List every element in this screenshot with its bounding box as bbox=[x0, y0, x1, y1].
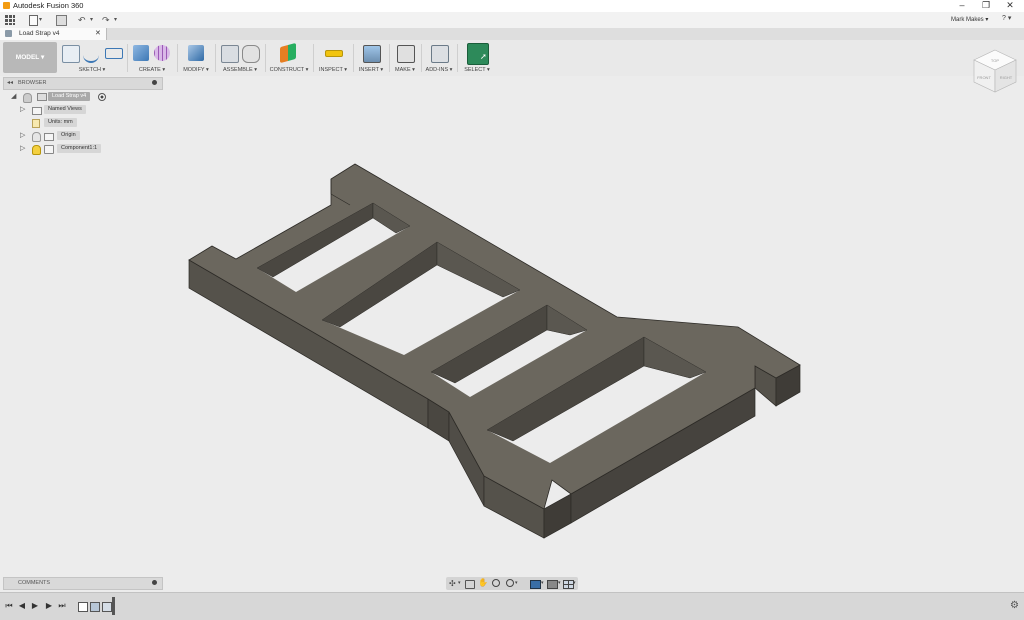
pan-icon[interactable]: ✋ bbox=[478, 578, 488, 587]
toolbar-divider bbox=[127, 44, 128, 72]
rectangle-icon bbox=[105, 48, 123, 59]
new-component-icon bbox=[221, 45, 239, 63]
cursor-arrow-icon: ➚ bbox=[480, 52, 487, 61]
user-menu[interactable]: Mark Makes ▾ bbox=[951, 16, 988, 23]
create-group[interactable]: CREATE ▾ bbox=[129, 40, 175, 76]
help-icon: ? ▾ bbox=[1002, 15, 1012, 22]
go-to-start-icon[interactable]: ⏮ bbox=[3, 600, 15, 612]
make-group[interactable]: MAKE ▾ bbox=[391, 40, 419, 76]
timeline-bar: ⏮ ◀ ▶ ▶ ⏭ ⚙ bbox=[0, 592, 1024, 620]
display-settings-icon[interactable] bbox=[530, 580, 541, 589]
sketch-group[interactable]: SKETCH ▾ bbox=[59, 40, 125, 76]
add-ins-label: ADD-INS ▾ bbox=[425, 67, 453, 73]
toolbar-divider bbox=[353, 44, 354, 72]
file-dropdown-chevron-icon[interactable]: ▾ bbox=[39, 14, 42, 26]
timeline-settings-icon[interactable]: ⚙ bbox=[1010, 600, 1019, 611]
zoom-window-icon[interactable] bbox=[506, 579, 514, 587]
orbit-icon[interactable]: ✣ bbox=[449, 579, 456, 588]
create-label: CREATE ▾ bbox=[138, 67, 166, 73]
timeline-feature-extrude-icon[interactable] bbox=[90, 602, 100, 612]
toolbar-divider bbox=[389, 44, 390, 72]
quick-access-toolbar: ▾ ↶ ▾ ↷ ▾ Mark Makes ▾ ? ▾ bbox=[0, 12, 1024, 29]
joint-icon bbox=[242, 45, 260, 63]
toolbar-divider bbox=[457, 44, 458, 72]
toolbar-divider bbox=[313, 44, 314, 72]
save-icon[interactable] bbox=[56, 15, 67, 26]
offset-plane-icon bbox=[280, 42, 296, 64]
modify-label: MODIFY ▾ bbox=[183, 67, 209, 73]
undo-icon[interactable]: ↶ bbox=[78, 14, 86, 26]
data-panel-grid-icon[interactable] bbox=[5, 15, 15, 25]
viewcube-top-label: TOP bbox=[991, 58, 999, 63]
toolbar-divider bbox=[177, 44, 178, 72]
step-back-icon[interactable]: ◀ bbox=[16, 600, 28, 612]
document-tab[interactable]: Load Strap v4 ✕ bbox=[0, 28, 107, 40]
undo-dropdown-chevron-icon[interactable]: ▾ bbox=[90, 14, 93, 26]
scripts-icon bbox=[431, 45, 449, 63]
timeline-feature-cut-icon[interactable] bbox=[102, 602, 112, 612]
inspect-group[interactable]: INSPECT ▾ bbox=[315, 40, 351, 76]
close-window-button[interactable]: ✕ bbox=[999, 0, 1021, 12]
title-bar: Autodesk Fusion 360 – ❐ ✕ bbox=[0, 0, 1024, 12]
select-label: SELECT ▾ bbox=[464, 67, 490, 73]
inspect-label: INSPECT ▾ bbox=[318, 67, 348, 73]
press-pull-icon bbox=[188, 45, 204, 61]
model-foot-end-face[interactable] bbox=[543, 493, 572, 539]
insert-image-icon bbox=[363, 45, 381, 63]
help-menu[interactable]: ? ▾ bbox=[1002, 14, 1011, 26]
grid-dropdown-chevron-icon[interactable]: ▾ bbox=[558, 580, 561, 586]
make-label: MAKE ▾ bbox=[395, 67, 415, 73]
main-toolbar: MODEL ▾ SKETCH ▾ CREATE ▾ MODIFY ▾ ASSEM… bbox=[0, 40, 1024, 76]
comments-add-icon[interactable] bbox=[152, 580, 157, 585]
line-icon bbox=[83, 45, 99, 63]
zoom-dropdown-chevron-icon[interactable]: ▾ bbox=[515, 580, 518, 586]
add-ins-group[interactable]: ADD-INS ▾ bbox=[423, 40, 455, 76]
document-icon bbox=[5, 30, 12, 37]
fusion-logo-icon bbox=[3, 2, 10, 9]
workspace-switcher[interactable]: MODEL ▾ bbox=[3, 42, 57, 73]
construct-label: CONSTRUCT ▾ bbox=[269, 67, 309, 73]
assemble-group[interactable]: ASSEMBLE ▾ bbox=[217, 40, 263, 76]
window-title: Autodesk Fusion 360 bbox=[13, 1, 84, 10]
insert-label: INSERT ▾ bbox=[358, 67, 384, 73]
insert-group[interactable]: INSERT ▾ bbox=[355, 40, 387, 76]
maximize-button[interactable]: ❐ bbox=[975, 0, 997, 12]
file-menu-icon[interactable] bbox=[29, 15, 38, 26]
comments-panel-header[interactable]: COMMENTS bbox=[3, 577, 163, 590]
display-dropdown-chevron-icon[interactable]: ▾ bbox=[541, 580, 544, 586]
zoom-icon[interactable] bbox=[492, 579, 500, 587]
3d-print-icon bbox=[397, 45, 415, 63]
construct-group[interactable]: CONSTRUCT ▾ bbox=[267, 40, 311, 76]
toolbar-divider bbox=[421, 44, 422, 72]
select-group[interactable]: ➚ SELECT ▾ bbox=[460, 40, 494, 76]
toolbar-divider bbox=[215, 44, 216, 72]
minimize-button[interactable]: – bbox=[951, 0, 973, 12]
toolbar-divider bbox=[265, 44, 266, 72]
redo-dropdown-chevron-icon[interactable]: ▾ bbox=[114, 14, 117, 26]
step-forward-icon[interactable]: ▶ bbox=[43, 600, 55, 612]
grid-settings-icon[interactable] bbox=[547, 580, 558, 589]
orbit-dropdown-chevron-icon[interactable]: ▾ bbox=[458, 580, 461, 586]
create-sketch-icon bbox=[62, 45, 80, 63]
go-to-end-icon[interactable]: ⏭ bbox=[56, 600, 68, 612]
modify-group[interactable]: MODIFY ▾ bbox=[179, 40, 213, 76]
model-canvas[interactable] bbox=[0, 76, 1024, 576]
comments-title: COMMENTS bbox=[18, 580, 51, 586]
close-tab-icon[interactable]: ✕ bbox=[95, 29, 101, 37]
play-icon[interactable]: ▶ bbox=[29, 600, 41, 612]
navigation-bar: ✣ ▾ ✋ ▾ ▾ ▾ ▾ bbox=[446, 577, 578, 590]
measure-icon bbox=[325, 50, 343, 57]
sketch-label: SKETCH ▾ bbox=[78, 67, 106, 73]
viewports-dropdown-chevron-icon[interactable]: ▾ bbox=[573, 580, 576, 586]
look-at-icon[interactable] bbox=[465, 580, 475, 589]
form-icon bbox=[154, 45, 170, 61]
timeline-marker[interactable] bbox=[112, 597, 115, 615]
extrude-icon bbox=[133, 45, 149, 61]
redo-icon[interactable]: ↷ bbox=[102, 14, 110, 26]
assemble-label: ASSEMBLE ▾ bbox=[223, 67, 257, 73]
timeline-feature-sketch-icon[interactable] bbox=[78, 602, 88, 612]
document-tab-title: Load Strap v4 bbox=[19, 30, 60, 37]
